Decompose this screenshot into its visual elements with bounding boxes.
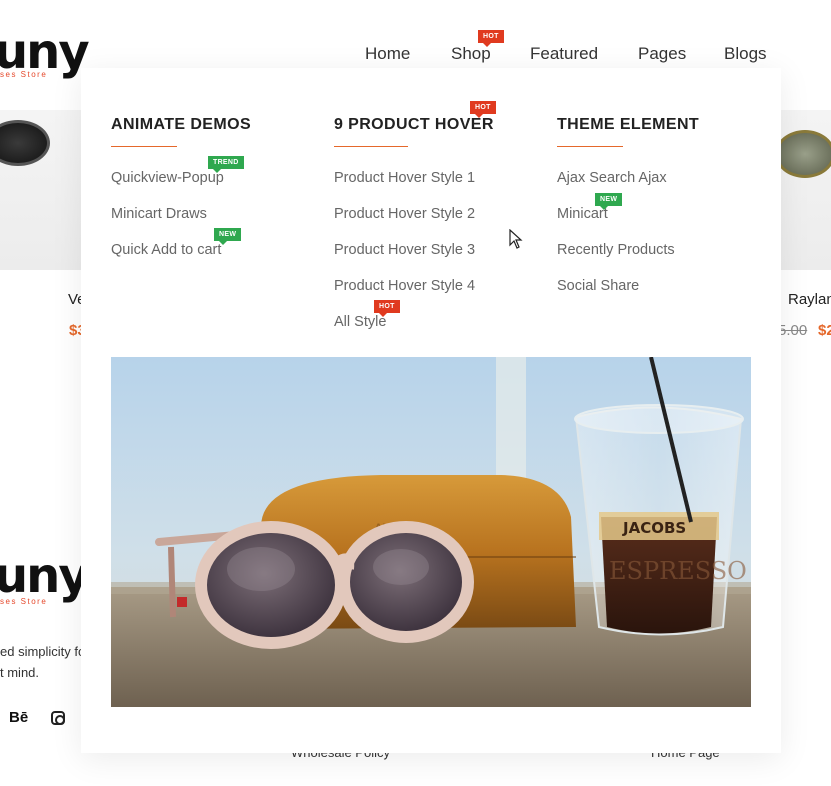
column-title-underline xyxy=(557,146,623,147)
mouse-cursor-icon xyxy=(509,229,523,249)
hot-badge: HOT xyxy=(470,101,496,118)
menu-link-hover-style-2[interactable]: Product Hover Style 2 xyxy=(334,206,475,222)
menu-link-hover-style-3[interactable]: Product Hover Style 3 xyxy=(334,242,475,258)
column-title-underline xyxy=(334,146,408,147)
column-title: ANIMATE DEMOS xyxy=(111,116,252,133)
sunglasses-coffee-photo: AYVON JACOBS ESPRESSO xyxy=(111,357,751,707)
nav-home[interactable]: Home xyxy=(365,44,410,64)
product-old-price-right: 5.00 xyxy=(778,322,808,339)
product-price-right: $2 xyxy=(818,322,831,339)
menu-link-quickview-popup[interactable]: Quickview-Popup xyxy=(111,170,224,186)
new-badge: NEW xyxy=(595,193,623,210)
sunglasses-lens xyxy=(0,120,50,166)
hot-badge: HOT xyxy=(374,300,400,317)
footer-logo[interactable]: uny xyxy=(0,552,90,600)
hot-badge: HOT xyxy=(478,30,504,47)
promo-banner-image[interactable]: AYVON JACOBS ESPRESSO xyxy=(111,357,751,707)
nav-blogs[interactable]: Blogs xyxy=(724,44,767,64)
cup-espresso-text: ESPRESSO xyxy=(609,557,747,585)
menu-link-hover-style-4[interactable]: Product Hover Style 4 xyxy=(334,278,475,294)
new-badge: NEW xyxy=(214,228,242,245)
menu-link-social-share[interactable]: Social Share xyxy=(557,278,639,294)
footer-logo-tagline: ses Store xyxy=(0,597,48,606)
shop-mega-menu: ANIMATE DEMOS Quickview-Popup TREND Mini… xyxy=(81,68,781,753)
trend-badge: TREND xyxy=(208,156,244,173)
main-navigation: Home Shop HOT Featured Pages Blogs xyxy=(0,30,831,68)
menu-link-ajax-search[interactable]: Ajax Search Ajax xyxy=(557,170,667,186)
product-image-left[interactable] xyxy=(0,110,90,270)
site-logo-tagline: ses Store xyxy=(0,70,48,79)
menu-link-quick-add-to-cart[interactable]: Quick Add to cart xyxy=(111,242,221,258)
instagram-icon[interactable] xyxy=(51,711,65,725)
column-title: 9 PRODUCT HOVER xyxy=(334,116,494,133)
product-name-right[interactable]: Raylan xyxy=(788,291,831,308)
nav-shop[interactable]: Shop xyxy=(451,44,491,64)
footer-about-text: t mind. xyxy=(0,665,40,680)
sunglasses-lens xyxy=(775,130,831,178)
column-title-underline xyxy=(111,146,177,147)
nav-featured[interactable]: Featured xyxy=(530,44,598,64)
column-title: THEME ELEMENT xyxy=(557,116,700,133)
menu-link-recently-products[interactable]: Recently Products xyxy=(557,242,675,258)
nav-pages[interactable]: Pages xyxy=(638,44,686,64)
cup-brand-text: JACOBS xyxy=(622,519,686,537)
menu-link-minicart-draws[interactable]: Minicart Draws xyxy=(111,206,207,222)
behance-icon[interactable]: Bē xyxy=(9,709,28,726)
menu-link-hover-style-1[interactable]: Product Hover Style 1 xyxy=(334,170,475,186)
